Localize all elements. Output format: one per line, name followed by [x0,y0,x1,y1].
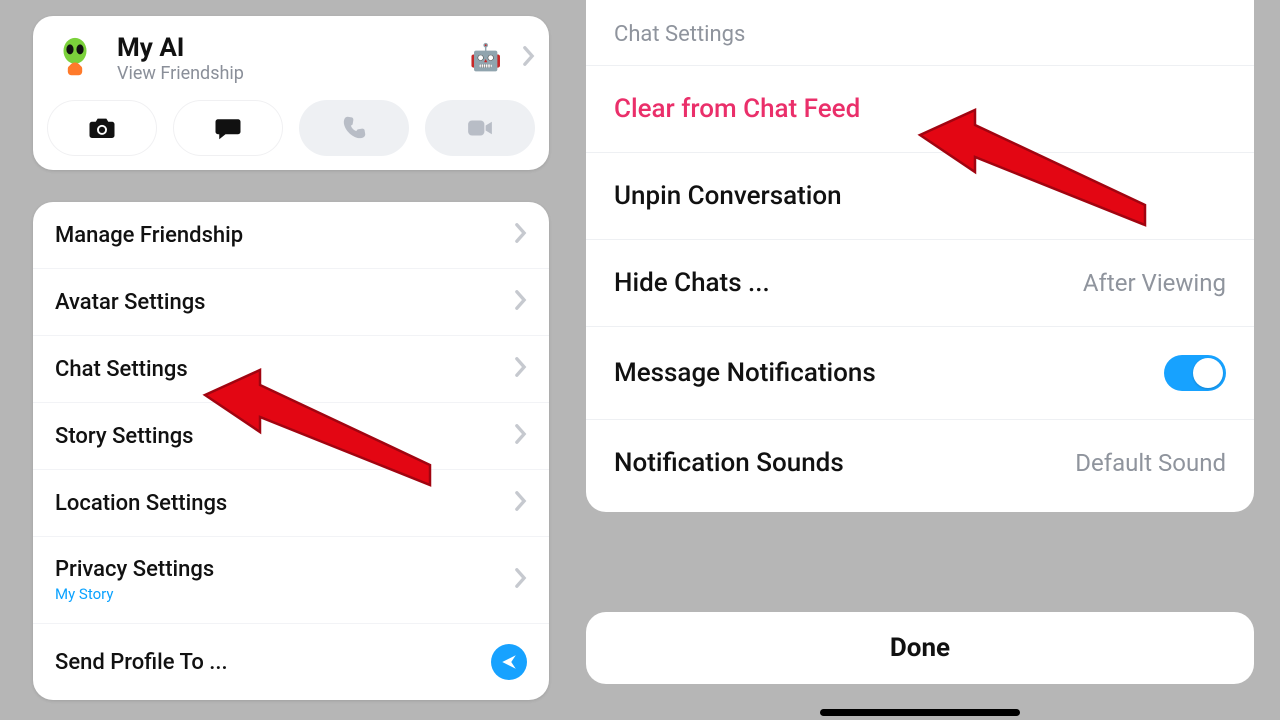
menu-privacy-settings[interactable]: Privacy Settings My Story [33,537,549,624]
call-button[interactable] [299,100,409,156]
send-icon [491,644,527,680]
chevron-right-icon [514,423,527,449]
row-label: Notification Sounds [614,448,1075,478]
camera-button[interactable] [47,100,157,156]
row-hide-chats[interactable]: Hide Chats ... After Viewing [586,240,1254,327]
done-label: Done [890,633,950,663]
menu-label: Location Settings [55,491,514,516]
chevron-right-icon [514,490,527,516]
home-indicator [820,709,1020,716]
camera-icon [87,113,117,143]
menu-label: Manage Friendship [55,223,514,248]
row-message-notifications[interactable]: Message Notifications [586,327,1254,420]
menu-label: Privacy Settings [55,557,514,582]
row-value: After Viewing [1083,269,1226,297]
menu-location-settings[interactable]: Location Settings [33,470,549,537]
row-label: Hide Chats ... [614,268,1083,298]
profile-subtitle: View Friendship [117,63,244,84]
row-notification-sounds[interactable]: Notification Sounds Default Sound [586,420,1254,506]
menu-manage-friendship[interactable]: Manage Friendship [33,202,549,269]
right-screenshot-pane: Chat Settings Clear from Chat Feed Unpin… [560,0,1280,720]
chevron-right-icon [522,45,535,71]
chevron-right-icon [514,356,527,382]
menu-label: Story Settings [55,424,514,449]
settings-menu-card: Manage Friendship Avatar Settings Chat S… [33,202,549,700]
menu-sublabel: My Story [55,585,514,603]
chat-icon [213,113,243,143]
chevron-right-icon [514,222,527,248]
row-value: Default Sound [1075,449,1226,477]
profile-action-row [47,100,535,156]
video-icon [465,113,495,143]
menu-chat-settings[interactable]: Chat Settings [33,336,549,403]
menu-label: Avatar Settings [55,290,514,315]
video-call-button[interactable] [425,100,535,156]
sheet-header: Chat Settings [586,0,1254,66]
menu-story-settings[interactable]: Story Settings [33,403,549,470]
row-label: Message Notifications [614,358,1164,388]
menu-label: Send Profile To ... [55,650,491,675]
menu-label: Chat Settings [55,357,514,382]
phone-icon [339,113,369,143]
chevron-right-icon [514,289,527,315]
done-button[interactable]: Done [586,612,1254,684]
left-screenshot-pane: My AI View Friendship 🤖 [0,0,560,720]
menu-avatar-settings[interactable]: Avatar Settings [33,269,549,336]
chat-settings-sheet: Chat Settings Clear from Chat Feed Unpin… [586,0,1254,512]
profile-name: My AI [117,33,244,63]
chat-button[interactable] [173,100,283,156]
profile-header-row[interactable]: My AI View Friendship 🤖 [47,30,535,86]
avatar [47,30,103,86]
row-label: Unpin Conversation [614,181,1226,211]
menu-send-profile[interactable]: Send Profile To ... [33,624,549,700]
chevron-right-icon [514,567,527,593]
row-clear-from-chat-feed[interactable]: Clear from Chat Feed [586,66,1254,153]
robot-icon: 🤖 [470,43,502,73]
row-label: Clear from Chat Feed [614,94,1226,124]
avatar-alien-icon [52,35,98,81]
toggle-on[interactable] [1164,355,1226,391]
row-unpin-conversation[interactable]: Unpin Conversation [586,153,1254,240]
profile-card: My AI View Friendship 🤖 [33,16,549,170]
